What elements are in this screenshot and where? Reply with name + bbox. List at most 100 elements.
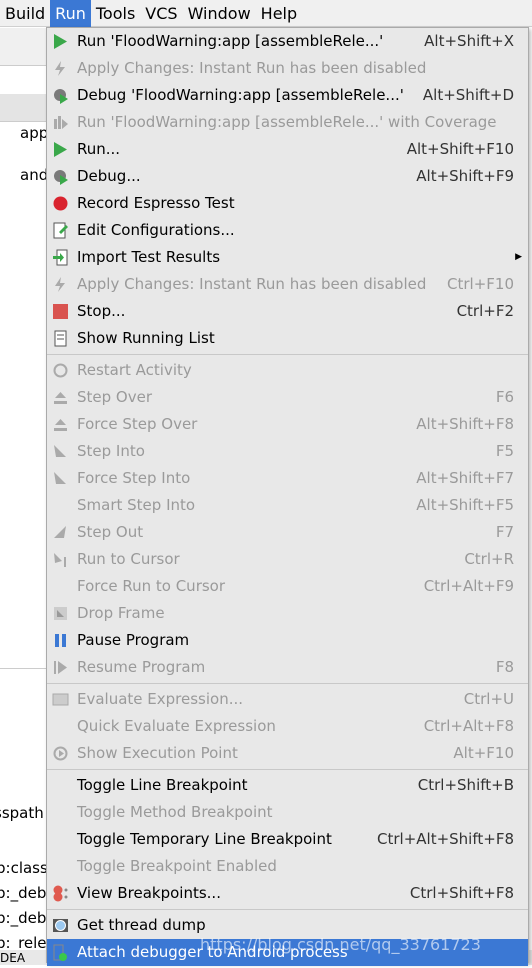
status-text: DEA [0, 951, 26, 965]
menu-item-shortcut: Ctrl+Shift+B [417, 776, 514, 794]
menu-item-debug-floodwarning-app-assemblerele[interactable]: Debug 'FloodWarning:app [assembleRele...… [47, 82, 528, 109]
menu-item-shortcut: Ctrl+U [463, 690, 514, 708]
step-over-icon [54, 392, 67, 404]
menu-item-show-running-list[interactable]: Show Running List [47, 325, 528, 352]
menu-item-label: Toggle Temporary Line Breakpoint [77, 830, 332, 848]
submenu-arrow-icon: ▶ [515, 252, 522, 262]
menu-item-apply-changes-instant-run-has-been-disabled[interactable]: Apply Changes: Instant Run has been disa… [47, 271, 528, 298]
run-menu: Run 'FloodWarning:app [assembleRele...' A… [46, 27, 529, 966]
force-step-over-icon [54, 419, 67, 431]
menu-item-label: Run 'FloodWarning:app [assembleRele...' … [77, 113, 497, 131]
menu-item-label: Apply Changes: Instant Run has been disa… [77, 59, 427, 77]
menu-item-label: Resume Program [77, 658, 206, 676]
menu-window[interactable]: Window [183, 0, 256, 27]
menu-item-shortcut: F5 [495, 442, 514, 460]
menu-item-label: Run to Cursor [77, 550, 180, 568]
menu-item-import-test-results[interactable]: Import Test Results ▶ [47, 244, 528, 271]
menu-build[interactable]: Build [0, 0, 50, 27]
menu-item-shortcut: Ctrl+F2 [456, 302, 514, 320]
menu-item-evaluate-expression[interactable]: Evaluate Expression... Ctrl+U [47, 686, 528, 713]
menu-item-view-breakpoints[interactable]: View Breakpoints... Ctrl+Shift+F8 [47, 880, 528, 907]
menu-item-label: Pause Program [77, 631, 190, 649]
menu-item-show-execution-point[interactable]: Show Execution Point Alt+F10 [47, 740, 528, 767]
menu-item-force-step-over[interactable]: Force Step Over Alt+Shift+F8 [47, 411, 528, 438]
menu-item-label: Show Execution Point [77, 744, 238, 762]
menu-item-label: Force Step Over [77, 415, 198, 433]
panel-text: p:_deb [0, 909, 47, 927]
menu-item-run-to-cursor[interactable]: Run to Cursor Ctrl+R [47, 546, 528, 573]
edit-config-icon [53, 222, 68, 239]
menu-item-force-run-to-cursor[interactable]: Force Run to Cursor Ctrl+Alt+F9 [47, 573, 528, 600]
panel-text: p:_deb [0, 884, 47, 902]
resume-icon [54, 661, 67, 674]
menu-item-run[interactable]: Run... Alt+Shift+F10 [47, 136, 528, 163]
menu-item-label: Debug 'FloodWarning:app [assembleRele...… [77, 86, 404, 104]
editor-tabs [0, 94, 46, 122]
menu-bar: Build Run Tools VCS Window Help [0, 0, 532, 27]
debug-icon [54, 89, 68, 104]
menu-item-drop-frame[interactable]: Drop Frame [47, 600, 528, 627]
menu-item-restart-activity[interactable]: Restart Activity [47, 357, 528, 384]
menu-separator [47, 769, 528, 770]
menu-item-stop[interactable]: Stop... Ctrl+F2 [47, 298, 528, 325]
debug-icon [54, 170, 68, 185]
menu-item-toggle-breakpoint-enabled[interactable]: Toggle Breakpoint Enabled [47, 853, 528, 880]
lightning-icon [55, 61, 65, 76]
menu-item-shortcut: Ctrl+Alt+F8 [423, 717, 514, 735]
menu-item-quick-evaluate-expression[interactable]: Quick Evaluate Expression Ctrl+Alt+F8 [47, 713, 528, 740]
menu-item-force-step-into[interactable]: Force Step Into Alt+Shift+F7 [47, 465, 528, 492]
menu-help[interactable]: Help [256, 0, 302, 27]
menu-item-shortcut: Ctrl+R [464, 550, 514, 568]
menu-item-toggle-method-breakpoint[interactable]: Toggle Method Breakpoint [47, 799, 528, 826]
menu-item-step-into[interactable]: Step Into F5 [47, 438, 528, 465]
menu-item-label: Drop Frame [77, 604, 165, 622]
menu-item-smart-step-into[interactable]: Smart Step Into Alt+Shift+F5 [47, 492, 528, 519]
menu-item-label: Force Step Into [77, 469, 191, 487]
menu-item-get-thread-dump[interactable]: Get thread dump [47, 912, 528, 939]
menu-item-shortcut: Ctrl+Alt+F9 [423, 577, 514, 595]
attach-debugger-icon [53, 944, 67, 961]
camera-icon [53, 919, 68, 932]
menu-item-step-over[interactable]: Step Over F6 [47, 384, 528, 411]
menu-item-resume-program[interactable]: Resume Program F8 [47, 654, 528, 681]
menu-item-run-floodwarning-app-assemblerele-with-coverage[interactable]: Run 'FloodWarning:app [assembleRele...' … [47, 109, 528, 136]
toolbar [0, 28, 46, 66]
editor-text: and [20, 166, 49, 184]
menu-item-attach-debugger-to-android-process[interactable]: Attach debugger to Android process [47, 939, 528, 966]
menu-item-apply-changes-instant-run-has-been-disabled[interactable]: Apply Changes: Instant Run has been disa… [47, 55, 528, 82]
menu-item-toggle-line-breakpoint[interactable]: Toggle Line Breakpoint Ctrl+Shift+B [47, 772, 528, 799]
menu-vcs[interactable]: VCS [140, 0, 182, 27]
menu-item-label: Show Running List [77, 329, 215, 347]
evaluate-icon [52, 693, 69, 706]
menu-item-record-espresso-test[interactable]: Record Espresso Test [47, 190, 528, 217]
menu-item-label: Toggle Breakpoint Enabled [77, 857, 277, 875]
menu-item-pause-program[interactable]: Pause Program [47, 627, 528, 654]
menu-item-toggle-temporary-line-breakpoint[interactable]: Toggle Temporary Line Breakpoint Ctrl+Alt… [47, 826, 528, 853]
step-out-icon [54, 526, 66, 538]
run-icon [54, 34, 67, 49]
menu-item-run-floodwarning-app-assemblerele[interactable]: Run 'FloodWarning:app [assembleRele...' A… [47, 28, 528, 55]
menu-item-label: Record Espresso Test [77, 194, 235, 212]
menu-run[interactable]: Run [50, 0, 91, 27]
menu-item-debug[interactable]: Debug... Alt+Shift+F9 [47, 163, 528, 190]
menu-item-label: Attach debugger to Android process [77, 943, 348, 961]
menu-item-label: Step Into [77, 442, 145, 460]
menu-item-label: Debug... [77, 167, 141, 185]
menu-item-edit-configurations[interactable]: Edit Configurations... [47, 217, 528, 244]
drop-frame-icon [54, 607, 67, 620]
menu-item-shortcut: Alt+Shift+X [424, 32, 514, 50]
menu-item-label: Evaluate Expression... [77, 690, 244, 708]
pause-icon [55, 634, 66, 647]
restart-icon [53, 363, 68, 378]
editor-text: app [20, 124, 49, 142]
menu-item-shortcut: F6 [495, 388, 514, 406]
lightning-icon [55, 277, 65, 292]
menu-item-shortcut: Alt+F10 [453, 744, 514, 762]
run-to-cursor-icon [54, 553, 66, 567]
import-icon [53, 249, 68, 266]
menu-item-step-out[interactable]: Step Out F7 [47, 519, 528, 546]
menu-tools[interactable]: Tools [91, 0, 140, 27]
menu-item-label: Restart Activity [77, 361, 192, 379]
menu-item-shortcut: F7 [495, 523, 514, 541]
coverage-icon [54, 116, 68, 129]
